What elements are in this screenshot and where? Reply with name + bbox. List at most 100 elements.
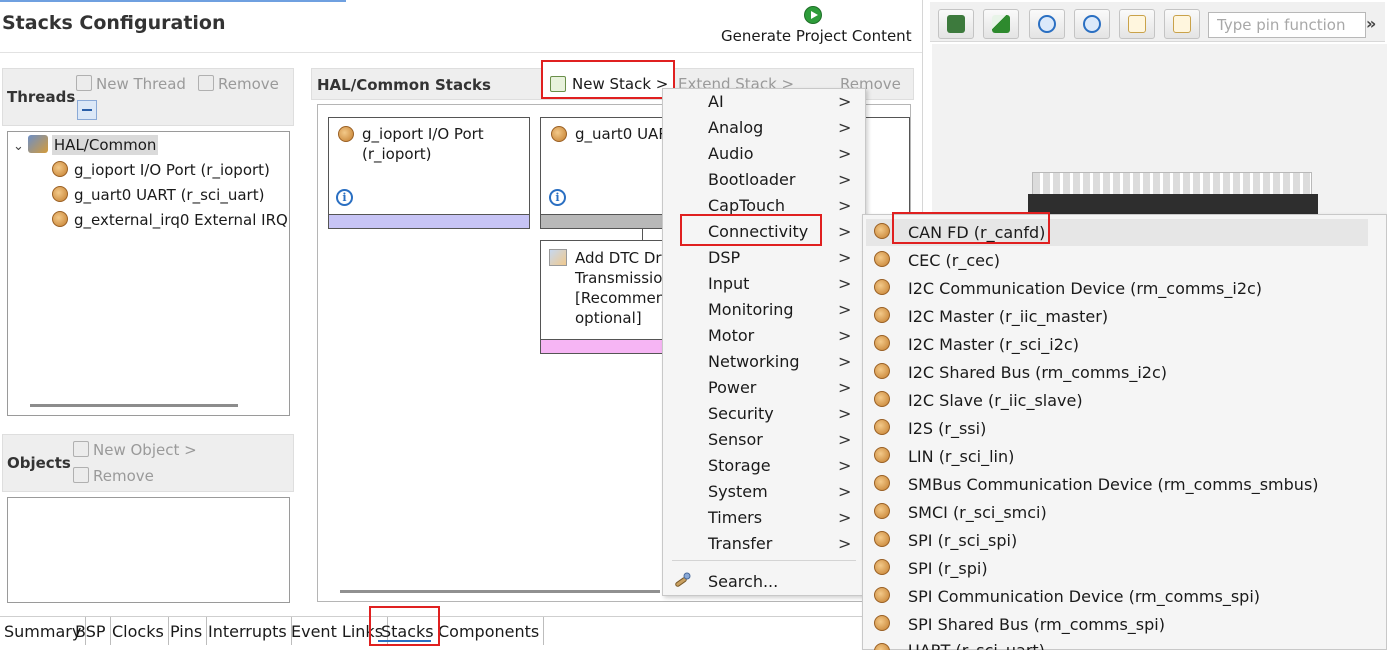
- info-icon[interactable]: i: [336, 189, 353, 206]
- menu-item-timers[interactable]: Timers: [708, 508, 762, 534]
- export-button[interactable]: [1119, 9, 1155, 39]
- chip-pin-row[interactable]: [1032, 172, 1312, 196]
- module-icon: [874, 587, 890, 603]
- collapse-icon: [82, 109, 92, 111]
- zoom-out-button[interactable]: [1029, 9, 1065, 39]
- tab-bsp[interactable]: BSP: [71, 617, 111, 645]
- menu-item-input[interactable]: Input: [708, 274, 749, 300]
- save-icon: [947, 15, 965, 33]
- menu-item-audio[interactable]: Audio: [708, 144, 753, 170]
- remove-object-label: Remove: [93, 467, 154, 485]
- module-icon: [874, 223, 890, 239]
- submenu-item-spi-shared-bus[interactable]: SPI Shared Bus (rm_comms_spi): [908, 615, 1165, 641]
- pin-function-search-input[interactable]: [1208, 12, 1366, 38]
- menu-item-transfer[interactable]: Transfer: [708, 534, 772, 560]
- submenu-item-lin[interactable]: LIN (r_sci_lin): [908, 447, 1014, 473]
- module-icon: [874, 475, 890, 491]
- more-toolbar-button[interactable]: »: [1366, 14, 1376, 33]
- new-thread-button[interactable]: New Thread: [76, 75, 186, 93]
- generate-project-content-button[interactable]: Generate Project Content: [721, 27, 912, 45]
- submenu-item-i2c-master-sci[interactable]: I2C Master (r_sci_i2c): [908, 335, 1079, 361]
- save-button[interactable]: [938, 9, 974, 39]
- tree-item-uart[interactable]: g_uart0 UART (r_sci_uart): [52, 186, 264, 211]
- submenu-item-i2c-comms-device[interactable]: I2C Communication Device (rm_comms_i2c): [908, 279, 1262, 305]
- submenu-item-i2s[interactable]: I2S (r_ssi): [908, 419, 986, 445]
- module-icon: [551, 126, 567, 142]
- chevron-down-icon[interactable]: ⌄: [13, 139, 24, 154]
- card-status-bar: [541, 339, 669, 353]
- chevron-right-icon: >: [838, 482, 852, 501]
- card-ioport-subtitle: (r_ioport): [362, 145, 432, 163]
- menu-item-ai[interactable]: AI: [708, 92, 724, 118]
- new-thread-label: New Thread: [96, 75, 186, 93]
- submenu-item-smci[interactable]: SMCI (r_sci_smci): [908, 503, 1047, 529]
- chevron-right-icon: >: [838, 456, 852, 475]
- submenu-item-spi[interactable]: SPI (r_spi): [908, 559, 988, 585]
- module-icon: [874, 391, 890, 407]
- tree-item-ioport[interactable]: g_ioport I/O Port (r_ioport): [52, 161, 270, 186]
- menu-item-monitoring[interactable]: Monitoring: [708, 300, 794, 326]
- new-stack-category-menu: [662, 88, 866, 596]
- zoom-in-icon: [1083, 15, 1101, 33]
- submenu-item-cec[interactable]: CEC (r_cec): [908, 251, 1000, 277]
- submenu-item-spi-sci[interactable]: SPI (r_sci_spi): [908, 531, 1017, 557]
- submenu-item-i2c-master-iic[interactable]: I2C Master (r_iic_master): [908, 307, 1108, 333]
- remove-object-button[interactable]: Remove: [73, 467, 154, 485]
- new-stack-button[interactable]: New Stack >: [572, 75, 668, 93]
- threads-label: Threads: [7, 88, 76, 106]
- menu-item-dsp[interactable]: DSP: [708, 248, 740, 274]
- new-object-button[interactable]: New Object >: [73, 441, 197, 459]
- module-icon: [874, 503, 890, 519]
- submenu-item-i2c-slave[interactable]: I2C Slave (r_iic_slave): [908, 391, 1083, 417]
- generate-run-icon[interactable]: [804, 6, 822, 24]
- tree-node-hal-common[interactable]: ⌄ HAL/Common: [13, 135, 159, 160]
- threads-horizontal-scrollbar[interactable]: [30, 404, 238, 407]
- tab-interrupts[interactable]: Interrupts: [204, 617, 292, 645]
- menu-item-sensor[interactable]: Sensor: [708, 430, 763, 456]
- info-icon[interactable]: i: [549, 189, 566, 206]
- menu-item-system[interactable]: System: [708, 482, 768, 508]
- menu-item-analog[interactable]: Analog: [708, 118, 763, 144]
- header-divider: [0, 52, 922, 53]
- menu-item-storage[interactable]: Storage: [708, 456, 771, 482]
- tab-components[interactable]: Components: [434, 617, 545, 645]
- chevron-right-icon: >: [838, 508, 852, 527]
- menu-item-bootloader[interactable]: Bootloader: [708, 170, 795, 196]
- new-object-label: New Object >: [93, 441, 197, 459]
- tree-item-label: g_external_irq0 External IRQ (: [74, 211, 290, 229]
- report-button[interactable]: [1164, 9, 1200, 39]
- submenu-item-uart[interactable]: UART (r_sci_uart): [908, 641, 1045, 650]
- mountain-icon: [992, 15, 1010, 33]
- search-icon: [675, 572, 691, 587]
- card-dtc-line1: Add DTC Dr: [575, 249, 662, 267]
- chevron-right-icon: >: [838, 222, 852, 241]
- collapse-all-button[interactable]: [77, 100, 97, 120]
- menu-item-networking[interactable]: Networking: [708, 352, 800, 378]
- chevron-right-icon: >: [838, 378, 852, 397]
- new-object-icon: [73, 441, 89, 457]
- new-stack-icon: [550, 76, 566, 92]
- menu-item-power[interactable]: Power: [708, 378, 756, 404]
- chevron-right-icon: >: [838, 430, 852, 449]
- chevron-right-icon: >: [838, 274, 852, 293]
- view-button[interactable]: [983, 9, 1019, 39]
- zoom-in-button[interactable]: [1074, 9, 1110, 39]
- submenu-item-i2c-shared-bus[interactable]: I2C Shared Bus (rm_comms_i2c): [908, 363, 1167, 389]
- submenu-item-spi-comms-device[interactable]: SPI Communication Device (rm_comms_spi): [908, 587, 1260, 613]
- card-dtc-line4: optional]: [575, 309, 642, 327]
- remove-thread-button[interactable]: Remove: [198, 75, 279, 93]
- active-tab-underline: [378, 640, 431, 642]
- remove-thread-label: Remove: [218, 75, 279, 93]
- menu-item-search[interactable]: Search...: [708, 572, 778, 598]
- add-module-icon: [549, 249, 567, 266]
- menu-item-motor[interactable]: Motor: [708, 326, 754, 352]
- tree-item-external-irq[interactable]: g_external_irq0 External IRQ (: [52, 211, 290, 236]
- stacks-horizontal-scrollbar[interactable]: [340, 590, 660, 593]
- objects-label: Objects: [7, 454, 71, 472]
- tab-pins[interactable]: Pins: [166, 617, 208, 645]
- submenu-item-smbus[interactable]: SMBus Communication Device (rm_comms_smb…: [908, 475, 1319, 501]
- tree-item-label: g_uart0 UART (r_sci_uart): [74, 186, 265, 204]
- menu-separator: [672, 560, 856, 561]
- menu-item-security[interactable]: Security: [708, 404, 774, 430]
- tab-clocks[interactable]: Clocks: [108, 617, 169, 645]
